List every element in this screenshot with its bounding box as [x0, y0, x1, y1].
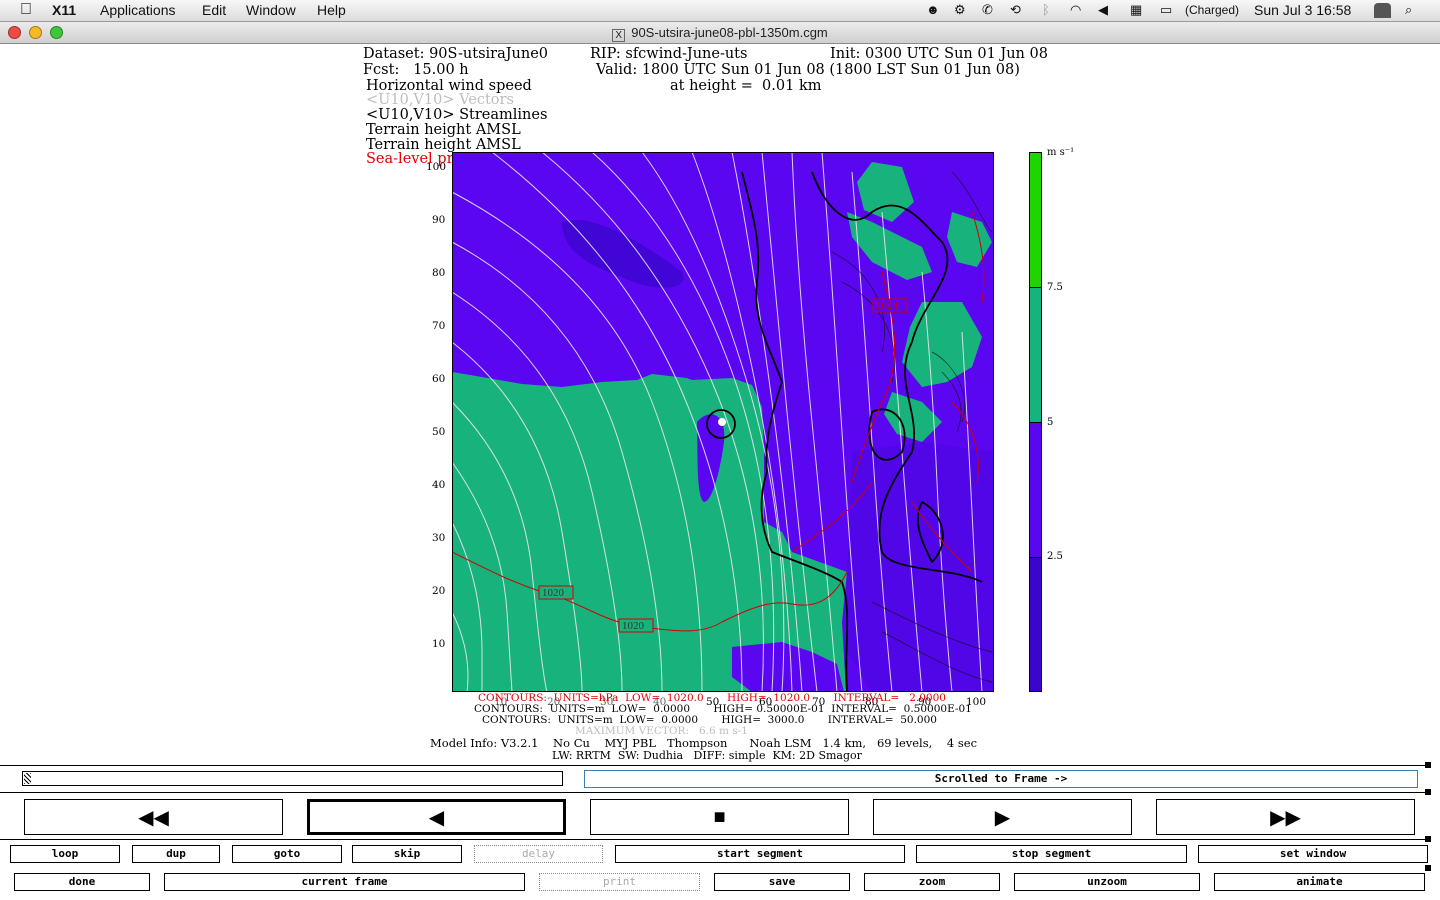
- contour-label: 1024: [876, 300, 899, 312]
- current-frame-button[interactable]: current frame: [164, 873, 525, 891]
- y-tick: 40: [432, 479, 446, 491]
- field-terrain-1: Terrain height AMSL: [366, 122, 521, 138]
- menu-applications[interactable]: Applications: [100, 2, 176, 18]
- window-title-bar: X 90S-utsira-june08-pbl-1350m.cgm: [0, 22, 1440, 44]
- stop-segment-button[interactable]: stop segment: [916, 845, 1187, 863]
- field-vectors: <U10,V10> Vectors: [366, 92, 514, 108]
- y-tick: 60: [432, 373, 446, 385]
- user-icon[interactable]: [1374, 3, 1391, 18]
- y-tick: 30: [432, 532, 446, 544]
- save-button[interactable]: save: [714, 873, 850, 891]
- menu-help[interactable]: Help: [317, 2, 346, 18]
- bluetooth-icon[interactable]: ᛒ: [1042, 2, 1050, 17]
- y-tick: 50: [432, 426, 446, 438]
- divider: [0, 765, 1428, 766]
- dataset-label: Dataset: 90S-utsiraJune0: [363, 46, 549, 62]
- divider: [0, 792, 1428, 793]
- resize-handle[interactable]: [1425, 865, 1431, 871]
- delay-button[interactable]: delay: [474, 845, 603, 863]
- volume-icon[interactable]: ◀: [1098, 2, 1108, 18]
- window-title: X 90S-utsira-june08-pbl-1350m.cgm: [0, 25, 1440, 42]
- window-title-text: 90S-utsira-june08-pbl-1350m.cgm: [631, 25, 828, 40]
- contour-label: 1020: [622, 620, 645, 632]
- zoom-button-panel[interactable]: zoom: [864, 873, 1000, 891]
- battery-status[interactable]: (Charged): [1185, 3, 1239, 17]
- resize-handle[interactable]: [1425, 836, 1431, 842]
- y-tick: 80: [432, 267, 446, 279]
- stop-button[interactable]: ■: [590, 799, 849, 835]
- y-tick: 70: [432, 320, 446, 332]
- valid-label: Valid: 1800 UTC Sun 01 Jun 08 (1800 LST …: [596, 62, 1020, 78]
- calendar-icon[interactable]: ▦: [1130, 2, 1142, 18]
- start-segment-button[interactable]: start segment: [615, 845, 905, 863]
- status-field: Scrolled to Frame ->: [584, 770, 1418, 788]
- print-button[interactable]: print: [539, 873, 700, 891]
- forecast-label: Fcst: 15.00 h: [363, 62, 469, 78]
- fast-forward-button[interactable]: ▶▶: [1156, 799, 1415, 835]
- x11-icon: X: [612, 29, 626, 42]
- rewind-button[interactable]: ◀◀: [24, 799, 283, 835]
- animate-button[interactable]: animate: [1214, 873, 1425, 891]
- battery-icon[interactable]: ▭: [1160, 2, 1172, 18]
- model-info-physics: LW: RRTM SW: Dudhia DIFF: simple KM: 2D …: [552, 749, 862, 762]
- unzoom-button[interactable]: unzoom: [1014, 873, 1200, 891]
- menu-app-name[interactable]: X11: [52, 2, 76, 18]
- resize-handle[interactable]: [1425, 789, 1431, 795]
- menu-bar:  X11 Applications Edit Window Help ☻ ⚙ …: [0, 0, 1440, 22]
- done-button[interactable]: done: [14, 873, 150, 891]
- colorbar-label: 5: [1047, 417, 1054, 428]
- dup-button[interactable]: dup: [132, 845, 220, 863]
- time-machine-icon[interactable]: ⟲: [1010, 2, 1021, 18]
- init-label: Init: 0300 UTC Sun 01 Jun 08: [830, 46, 1048, 62]
- model-info: Model Info: V3.2.1 No Cu MYJ PBL Thompso…: [430, 736, 978, 750]
- colorbar-unit: m s⁻¹: [1047, 147, 1075, 158]
- y-tick: 10: [432, 638, 446, 650]
- menu-edit[interactable]: Edit: [202, 2, 226, 18]
- colorbar-label: 7.5: [1047, 282, 1063, 293]
- contour-label: 1020: [542, 587, 565, 599]
- y-tick: 100: [426, 161, 447, 173]
- colorbar-segment: [1029, 152, 1042, 288]
- colorbar-segment: [1029, 422, 1042, 558]
- resize-handle[interactable]: [1425, 762, 1431, 768]
- step-back-button[interactable]: ◀: [307, 799, 566, 835]
- slider-thumb[interactable]: [24, 773, 31, 784]
- network-icon[interactable]: ⚙: [954, 2, 966, 18]
- apple-icon[interactable]: : [20, 1, 32, 19]
- colorbar-segment: [1029, 287, 1042, 423]
- alien-icon[interactable]: ☻: [926, 2, 940, 17]
- field-streamlines: <U10,V10> Streamlines: [366, 107, 548, 123]
- frame-slider[interactable]: [22, 771, 563, 786]
- rip-label: RIP: sfcwind-June-uts: [590, 46, 748, 62]
- play-button[interactable]: ▶: [873, 799, 1132, 835]
- set-window-button[interactable]: set window: [1198, 845, 1428, 863]
- y-tick: 90: [432, 214, 446, 226]
- y-tick: 20: [432, 585, 446, 597]
- menu-window[interactable]: Window: [246, 2, 296, 18]
- colorbar-label: 2.5: [1047, 551, 1063, 562]
- colorbar-segment: [1029, 557, 1042, 692]
- goto-button[interactable]: goto: [232, 845, 342, 863]
- divider: [0, 839, 1428, 840]
- height-label: at height = 0.01 km: [670, 78, 822, 94]
- clock[interactable]: Sun Jul 3 16:58: [1254, 2, 1351, 18]
- spotlight-search-icon[interactable]: ⌕: [1405, 2, 1412, 18]
- wifi-icon[interactable]: ◠: [1070, 2, 1081, 18]
- wind-map: 1020 1020 1024: [452, 152, 994, 692]
- skip-button[interactable]: skip: [352, 845, 462, 863]
- phone-icon[interactable]: ✆: [982, 2, 993, 18]
- loop-button[interactable]: loop: [10, 845, 120, 863]
